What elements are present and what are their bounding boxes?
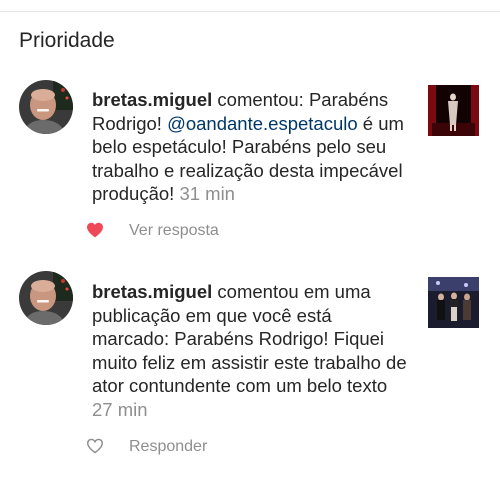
timestamp: 31 min xyxy=(179,183,235,204)
avatar[interactable] xyxy=(19,80,73,134)
avatar[interactable] xyxy=(19,271,73,325)
post-thumbnail[interactable] xyxy=(428,277,479,328)
post-image xyxy=(428,85,479,136)
post-image xyxy=(428,277,479,328)
post-thumbnail[interactable] xyxy=(428,85,479,136)
heart-outline-icon[interactable] xyxy=(86,438,104,454)
see-reply-link[interactable]: Ver resposta xyxy=(129,222,219,240)
avatar-image xyxy=(19,80,73,134)
heart-filled-icon[interactable] xyxy=(86,222,104,238)
timestamp: 27 min xyxy=(92,398,148,420)
top-divider xyxy=(0,11,500,12)
username-link[interactable]: bretas.miguel xyxy=(92,89,212,110)
comment-text: bretas.miguel comentou: Parabéns Rodrigo… xyxy=(92,88,410,206)
avatar-image xyxy=(19,271,73,325)
comment-text: bretas.miguel comentou em uma publicação… xyxy=(92,280,410,421)
reply-button[interactable]: Responder xyxy=(129,438,207,456)
username-link[interactable]: bretas.miguel xyxy=(92,281,212,302)
mention-link[interactable]: @oandante.espetaculo xyxy=(167,113,358,134)
section-title: Prioridade xyxy=(19,29,115,52)
